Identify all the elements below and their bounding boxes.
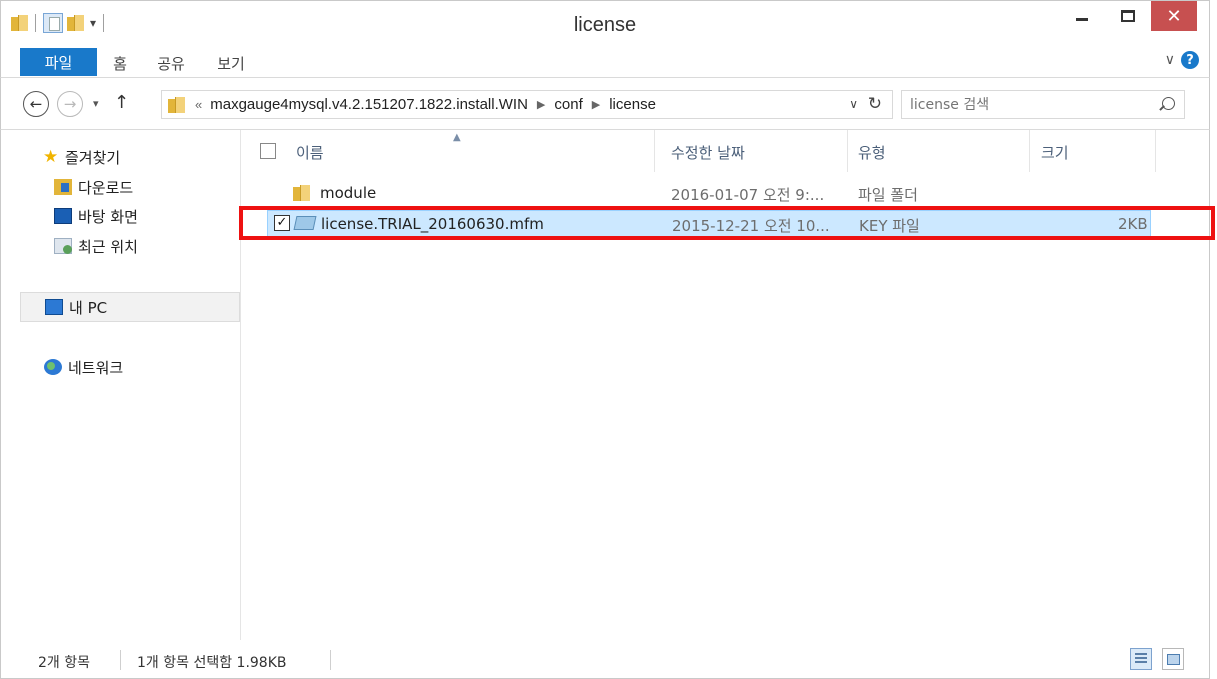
column-divider[interactable]: [654, 130, 655, 172]
file-type: KEY 파일: [859, 217, 920, 235]
maximize-icon: [1121, 10, 1135, 22]
large-icons-view-icon: [1166, 653, 1180, 665]
key-file-icon: [293, 216, 317, 230]
column-divider[interactable]: [1155, 130, 1156, 172]
breadcrumb-item[interactable]: license: [609, 96, 656, 113]
nav-downloads-label: 다운로드: [78, 178, 134, 197]
recent-places-icon: [54, 238, 72, 254]
column-header-name[interactable]: 이름: [296, 142, 324, 163]
folder-icon: [168, 96, 185, 113]
file-name: license.TRIAL_20160630.mfm: [321, 215, 544, 233]
breadcrumb-overflow[interactable]: «: [195, 97, 202, 112]
details-view-icon: [1135, 653, 1147, 665]
tab-home[interactable]: 홈: [105, 50, 135, 76]
nav-this-pc-label: 내 PC: [69, 298, 108, 317]
help-icon[interactable]: ?: [1181, 51, 1199, 69]
forward-arrow-icon: →: [63, 95, 77, 113]
search-input[interactable]: [902, 96, 1142, 113]
nav-this-pc[interactable]: 내 PC: [20, 292, 240, 322]
nav-network[interactable]: 네트워크: [44, 354, 123, 380]
large-icons-view-button[interactable]: [1162, 648, 1184, 670]
back-arrow-icon: ←: [29, 95, 43, 113]
folder-icon: [293, 185, 310, 201]
file-size: 2KB: [1118, 215, 1148, 233]
minimize-icon: [1076, 17, 1088, 21]
nav-desktop-label: 바탕 화면: [78, 207, 138, 226]
search-box[interactable]: [901, 90, 1185, 119]
status-bar: 2개 항목 1개 항목 선택함 1.98KB: [0, 640, 1210, 679]
title-bar: ▾ license ✕: [0, 0, 1210, 44]
column-header-modified[interactable]: 수정한 날짜: [671, 142, 745, 163]
nav-desktop[interactable]: 바탕 화면: [54, 203, 138, 229]
selection-summary: 1개 항목 선택함 1.98KB: [137, 655, 287, 671]
breadcrumb-chevron-icon[interactable]: ▶: [537, 98, 545, 111]
computer-icon: [45, 299, 63, 315]
minimize-button[interactable]: [1059, 1, 1105, 31]
row-checkbox-checked[interactable]: ✓: [274, 215, 290, 231]
column-divider[interactable]: [1029, 130, 1030, 172]
select-all-checkbox[interactable]: [260, 143, 276, 159]
explorer-window: ▾ license ✕ 파일 홈 공유 보기 ∨ ? ← → ▾ ↑ « max…: [0, 0, 1215, 679]
file-modified: 2015-12-21 오전 10...: [672, 217, 830, 235]
tab-share[interactable]: 공유: [151, 50, 191, 76]
window-title: license: [573, 14, 637, 36]
forward-button[interactable]: →: [57, 91, 83, 117]
maximize-button[interactable]: [1105, 1, 1151, 31]
window-controls: ✕: [1059, 1, 1197, 31]
status-divider: [120, 650, 121, 670]
expand-ribbon-icon[interactable]: ∨: [1165, 52, 1175, 68]
breadcrumb-chevron-icon[interactable]: ▶: [592, 98, 600, 111]
close-button[interactable]: ✕: [1151, 1, 1197, 31]
navigation-bar: ← → ▾ ↑ « maxgauge4mysql.v4.2.151207.182…: [0, 78, 1210, 130]
address-bar[interactable]: « maxgauge4mysql.v4.2.151207.1822.instal…: [161, 90, 893, 119]
nav-recent-label: 최근 위치: [78, 237, 138, 256]
desktop-icon: [54, 208, 72, 224]
file-list: ▲ 이름 수정한 날짜 유형 크기 module 2016-01-07 오전 9…: [241, 130, 1210, 640]
up-folder-button[interactable]: ↑: [114, 92, 129, 113]
status-divider: [330, 650, 331, 670]
navigation-pane: ★ 즐겨찾기 다운로드 바탕 화면 최근 위치 내 PC 네트워크: [0, 130, 241, 640]
refresh-icon[interactable]: ↻: [868, 94, 882, 114]
sort-ascending-icon: ▲: [453, 132, 461, 143]
nav-downloads[interactable]: 다운로드: [54, 174, 133, 200]
breadcrumb-item[interactable]: maxgauge4mysql.v4.2.151207.1822.install.…: [210, 96, 528, 113]
nav-favorites-label: 즐겨찾기: [65, 148, 121, 167]
column-header-type[interactable]: 유형: [858, 142, 886, 163]
recent-locations-dropdown[interactable]: ▾: [93, 97, 99, 110]
downloads-folder-icon: [54, 179, 72, 195]
column-header-row: ▲ 이름 수정한 날짜 유형 크기: [241, 130, 1209, 172]
details-view-button[interactable]: [1130, 648, 1152, 670]
nav-network-label: 네트워크: [68, 358, 124, 377]
ribbon-tabs: 파일 홈 공유 보기 ∨ ?: [0, 44, 1210, 78]
file-modified: 2016-01-07 오전 9:...: [671, 186, 825, 204]
file-row-selected[interactable]: ✓ license.TRIAL_20160630.mfm 2015-12-21 …: [267, 210, 1151, 238]
back-button[interactable]: ←: [23, 91, 49, 117]
file-type: 파일 폴더: [858, 186, 918, 204]
star-icon: ★: [43, 147, 59, 167]
address-history-dropdown[interactable]: ∨: [849, 97, 858, 111]
ribbon-right-controls: ∨ ?: [1165, 51, 1199, 69]
nav-favorites[interactable]: ★ 즐겨찾기: [43, 144, 120, 170]
tab-view[interactable]: 보기: [211, 50, 251, 76]
network-icon: [44, 359, 62, 375]
tab-file[interactable]: 파일: [20, 48, 97, 76]
search-icon[interactable]: [1162, 97, 1175, 110]
breadcrumb-item[interactable]: conf: [554, 96, 582, 113]
column-divider[interactable]: [847, 130, 848, 172]
nav-recent-places[interactable]: 최근 위치: [54, 233, 138, 259]
column-header-size[interactable]: 크기: [1041, 142, 1069, 163]
file-name: module: [320, 184, 377, 202]
item-count: 2개 항목: [38, 655, 90, 671]
close-icon: ✕: [1166, 5, 1182, 27]
file-row[interactable]: module 2016-01-07 오전 9:... 파일 폴더: [241, 180, 1210, 208]
